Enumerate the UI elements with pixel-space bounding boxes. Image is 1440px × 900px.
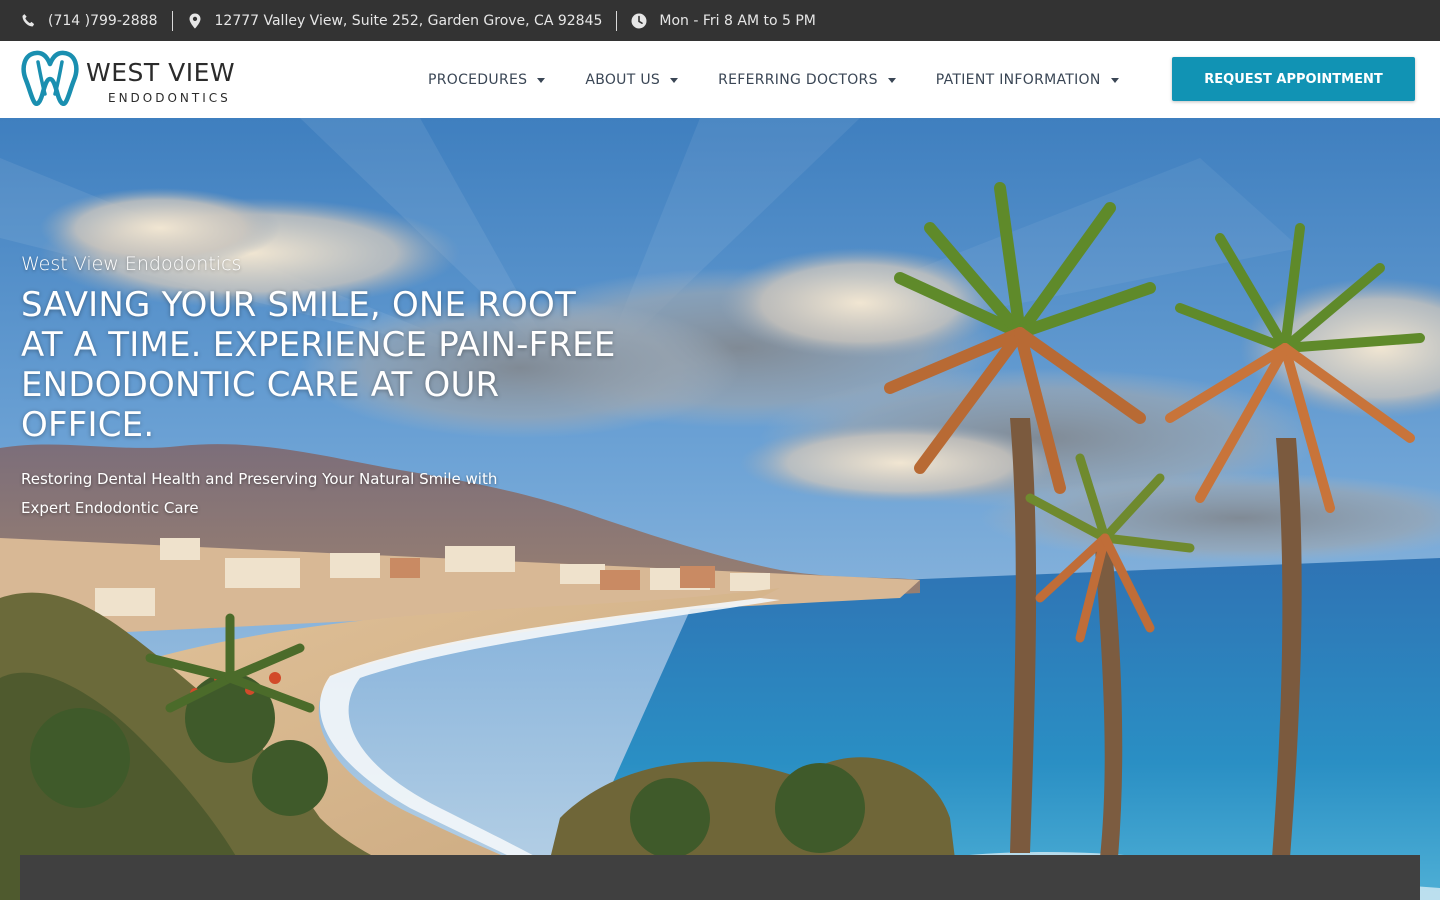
caret-down-icon (537, 77, 546, 83)
divider (616, 10, 618, 31)
hero-subtitle: Restoring Dental Health and Preserving Y… (21, 470, 498, 517)
tooth-logo-icon (21, 50, 79, 106)
caret-down-icon (887, 77, 896, 83)
hours-text: Mon - Fri 8 AM to 5 PM (659, 12, 816, 29)
divider (171, 10, 173, 31)
hero-eyebrow: West View Endodontics (21, 253, 242, 275)
phone-contact[interactable]: (714 )799-2888 (20, 13, 158, 29)
phone-icon (20, 13, 36, 29)
logo[interactable]: WEST VIEW ENDODONTICS (20, 50, 250, 110)
main-nav: PROCEDURES ABOUT US REFERRING DOCTORS PA… (428, 41, 1159, 118)
office-hours: Mon - Fri 8 AM to 5 PM (631, 12, 816, 29)
hero-content: West View Endodontics SAVING YOUR SMILE,… (21, 253, 631, 523)
nav-label: PATIENT INFORMATION (935, 71, 1101, 88)
nav-procedures[interactable]: PROCEDURES (428, 71, 546, 88)
top-info-bar: (714 )799-2888 12777 Valley View, Suite … (0, 0, 1440, 41)
hero-title: SAVING YOUR SMILE, ONE ROOT AT A TIME. E… (21, 285, 616, 445)
request-appointment-button[interactable]: REQUEST APPOINTMENT (1172, 57, 1415, 101)
nav-referring-doctors[interactable]: REFERRING DOCTORS (718, 72, 896, 88)
logo-name: WEST VIEW (86, 58, 236, 87)
caret-down-icon (1110, 77, 1119, 83)
site-header: WEST VIEW ENDODONTICS PROCEDURES ABOUT U… (0, 41, 1440, 118)
map-pin-icon (187, 12, 203, 29)
hero-section: West View Endodontics SAVING YOUR SMILE,… (0, 118, 1440, 900)
address-contact[interactable]: 12777 Valley View, Suite 252, Garden Gro… (187, 12, 603, 29)
nav-label: REFERRING DOCTORS (718, 71, 878, 88)
content-panel (20, 855, 1420, 900)
logo-subtitle: ENDODONTICS (108, 91, 231, 105)
caret-down-icon (670, 77, 679, 83)
phone-number: (714 )799-2888 (48, 12, 158, 29)
address-text: 12777 Valley View, Suite 252, Garden Gro… (214, 12, 603, 29)
nav-about-us[interactable]: ABOUT US (585, 71, 679, 88)
nav-label: ABOUT US (585, 71, 661, 88)
clock-icon (631, 13, 647, 29)
nav-label: PROCEDURES (428, 71, 528, 88)
nav-patient-information[interactable]: PATIENT INFORMATION (936, 72, 1119, 88)
